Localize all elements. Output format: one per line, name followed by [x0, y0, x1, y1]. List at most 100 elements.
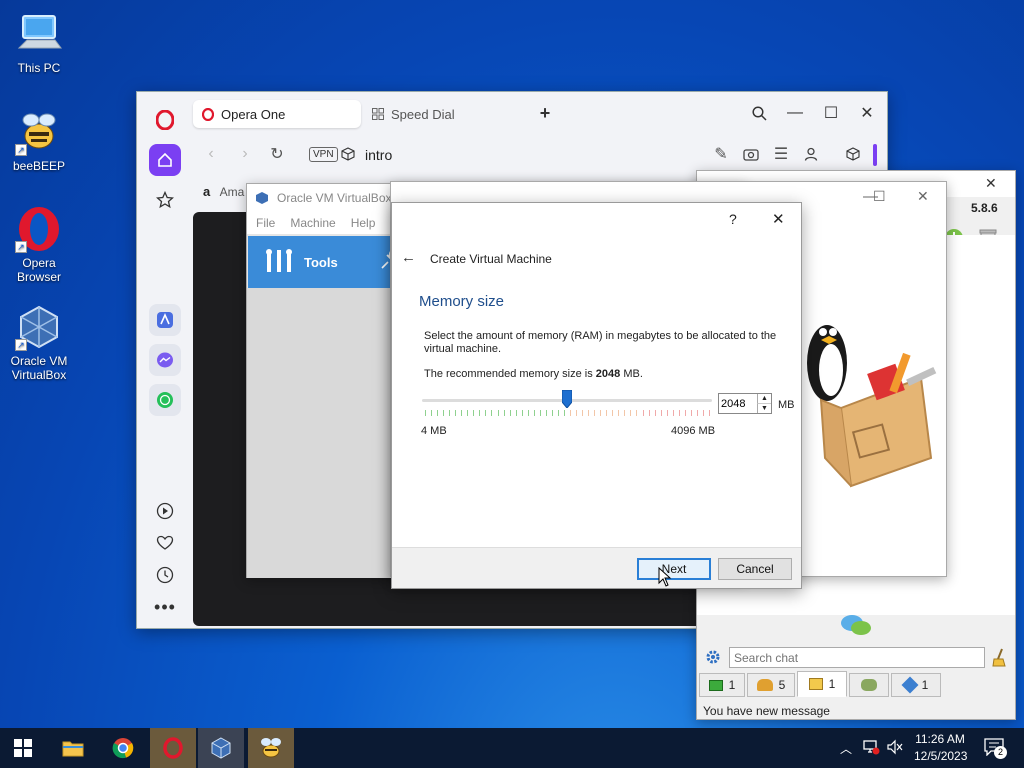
clock-icon — [156, 566, 174, 584]
tab-search-button[interactable] — [748, 102, 770, 124]
slider-tick — [527, 410, 529, 416]
taskbar-virtualbox[interactable] — [198, 728, 244, 768]
bee-tab-bookmarks[interactable]: 1 — [891, 673, 941, 697]
new-tab-button[interactable]: + — [534, 102, 556, 124]
bee-tab-chats[interactable]: 1 — [797, 671, 847, 697]
slider-tick — [557, 410, 559, 416]
vpn-badge[interactable]: VPN — [309, 147, 338, 162]
close-icon: ✕ — [860, 105, 874, 122]
menu-file[interactable]: File — [256, 216, 275, 230]
vbox-tools-item[interactable]: Tools — [248, 236, 399, 288]
notification-center-button[interactable]: 2 — [984, 738, 1007, 759]
maximize-button[interactable]: ☐ — [820, 102, 842, 124]
back-button[interactable]: ‹ — [199, 142, 223, 166]
desktop-icon-label-line2: VirtualBox — [11, 368, 67, 382]
cancel-button[interactable]: Cancel — [718, 558, 792, 580]
forward-button[interactable]: › — [233, 142, 257, 166]
memory-size-input[interactable] — [719, 394, 755, 413]
home-button[interactable] — [149, 144, 181, 176]
mouse-cursor-icon — [658, 566, 672, 587]
messenger-icon — [157, 352, 173, 368]
slider-tick — [672, 410, 674, 416]
bookmarks-button[interactable] — [149, 184, 181, 216]
desktop-icon-virtualbox[interactable]: ↗ Oracle VM VirtualBox — [1, 303, 77, 382]
memory-size-stepper[interactable]: ▲ ▼ — [718, 393, 772, 414]
history-button[interactable] — [149, 559, 181, 591]
start-button[interactable] — [0, 728, 46, 768]
gear-icon[interactable] — [705, 649, 721, 665]
sidebar-app-whatsapp[interactable] — [149, 384, 181, 416]
bookmark-amazon[interactable]: a Ama — [203, 184, 244, 199]
opera-accent-bar — [873, 144, 877, 166]
clock[interactable]: 11:26 AM 12/5/2023 — [914, 732, 967, 763]
taskbar-beebeep[interactable] — [248, 728, 294, 768]
back-button[interactable]: ← — [401, 249, 416, 266]
taskbar-opera[interactable] — [150, 728, 196, 768]
people-icon — [861, 679, 877, 691]
edit-button[interactable]: ✎ — [709, 142, 733, 166]
menu-machine[interactable]: Machine — [290, 216, 335, 230]
beebeep-close-button[interactable]: ✕ — [985, 175, 997, 192]
slider-tick — [515, 410, 517, 416]
taskbar-chrome[interactable] — [100, 728, 146, 768]
taskbar-file-explorer[interactable] — [50, 728, 96, 768]
help-button[interactable]: ? — [729, 211, 737, 227]
bee-tab-users[interactable]: 1 — [699, 673, 745, 697]
memory-slider-thumb[interactable] — [561, 389, 573, 409]
slider-tick — [503, 410, 505, 416]
maximize-icon: ☐ — [823, 105, 839, 122]
extensions-button[interactable] — [841, 142, 865, 166]
stepper-down-button[interactable]: ▼ — [757, 403, 771, 413]
slider-tick — [461, 410, 463, 416]
snapshot-button[interactable] — [739, 142, 763, 166]
chat-user-icon — [808, 678, 823, 690]
dialog-heading: Create Virtual Machine — [430, 252, 552, 266]
shortcut-arrow-icon: ↗ — [15, 144, 27, 156]
folder-icon — [62, 741, 84, 757]
bee-tab-groups[interactable]: 5 — [747, 673, 795, 697]
slider-tick — [690, 410, 692, 416]
slider-tick — [437, 410, 439, 416]
sidebar-app-aria[interactable] — [149, 304, 181, 336]
more-button[interactable]: ••• — [149, 591, 181, 623]
slider-tick — [455, 410, 457, 416]
show-hidden-icons-button[interactable]: ︿ — [840, 740, 852, 757]
clear-chat-button[interactable] — [991, 647, 1009, 667]
recommended-memory-text: The recommended memory size is 2048 MB. — [424, 368, 643, 380]
easy-setup-button[interactable]: ☰ — [769, 142, 793, 166]
minimize-button[interactable]: — — [784, 102, 806, 124]
tab-opera-one[interactable]: Opera One — [193, 100, 361, 128]
desktop-icon-this-pc[interactable]: This PC — [1, 10, 77, 75]
close-button[interactable]: ✕ — [856, 102, 878, 124]
address-field[interactable]: VPN intro — [307, 146, 933, 166]
dialog-footer: Next Cancel — [392, 547, 801, 588]
close-button[interactable]: ✕ — [917, 188, 929, 205]
sidebar-app-messenger[interactable] — [149, 344, 181, 376]
reload-button[interactable]: ↻ — [265, 142, 289, 166]
menu-help[interactable]: Help — [351, 216, 376, 230]
desktop-icon-beebeep[interactable]: ↗ beeBEEP — [1, 108, 77, 173]
whatsapp-icon — [157, 392, 173, 408]
dialog-close-button[interactable]: ✕ — [772, 210, 785, 228]
slider-tick — [624, 410, 626, 416]
virtualbox-icon — [211, 737, 231, 759]
recommended-prefix: The recommended memory size is — [424, 368, 593, 380]
volume-muted-icon[interactable] — [886, 739, 904, 758]
chrome-icon — [112, 738, 134, 759]
player-button[interactable] — [149, 495, 181, 527]
create-vm-dialog[interactable]: ? ✕ ← Create Virtual Machine Memory size… — [391, 202, 802, 589]
my-flow-button[interactable] — [149, 527, 181, 559]
network-icon[interactable] — [862, 739, 880, 758]
stepper-up-button[interactable]: ▲ — [757, 394, 771, 403]
opera-menu-button[interactable] — [149, 104, 181, 136]
opera-logo-icon — [156, 110, 174, 130]
maximize-button[interactable]: ☐ — [873, 188, 886, 205]
search-chat-input[interactable] — [729, 647, 985, 668]
profile-button[interactable] — [799, 142, 823, 166]
desktop-icon-opera[interactable]: ↗ Opera Browser — [1, 205, 77, 284]
shortcut-arrow-icon: ↗ — [15, 241, 27, 253]
bee-tab-shares[interactable] — [849, 673, 889, 697]
slider-tick — [618, 410, 620, 416]
next-button[interactable]: Next — [637, 558, 711, 580]
tab-speed-dial[interactable]: Speed Dial — [363, 100, 523, 128]
